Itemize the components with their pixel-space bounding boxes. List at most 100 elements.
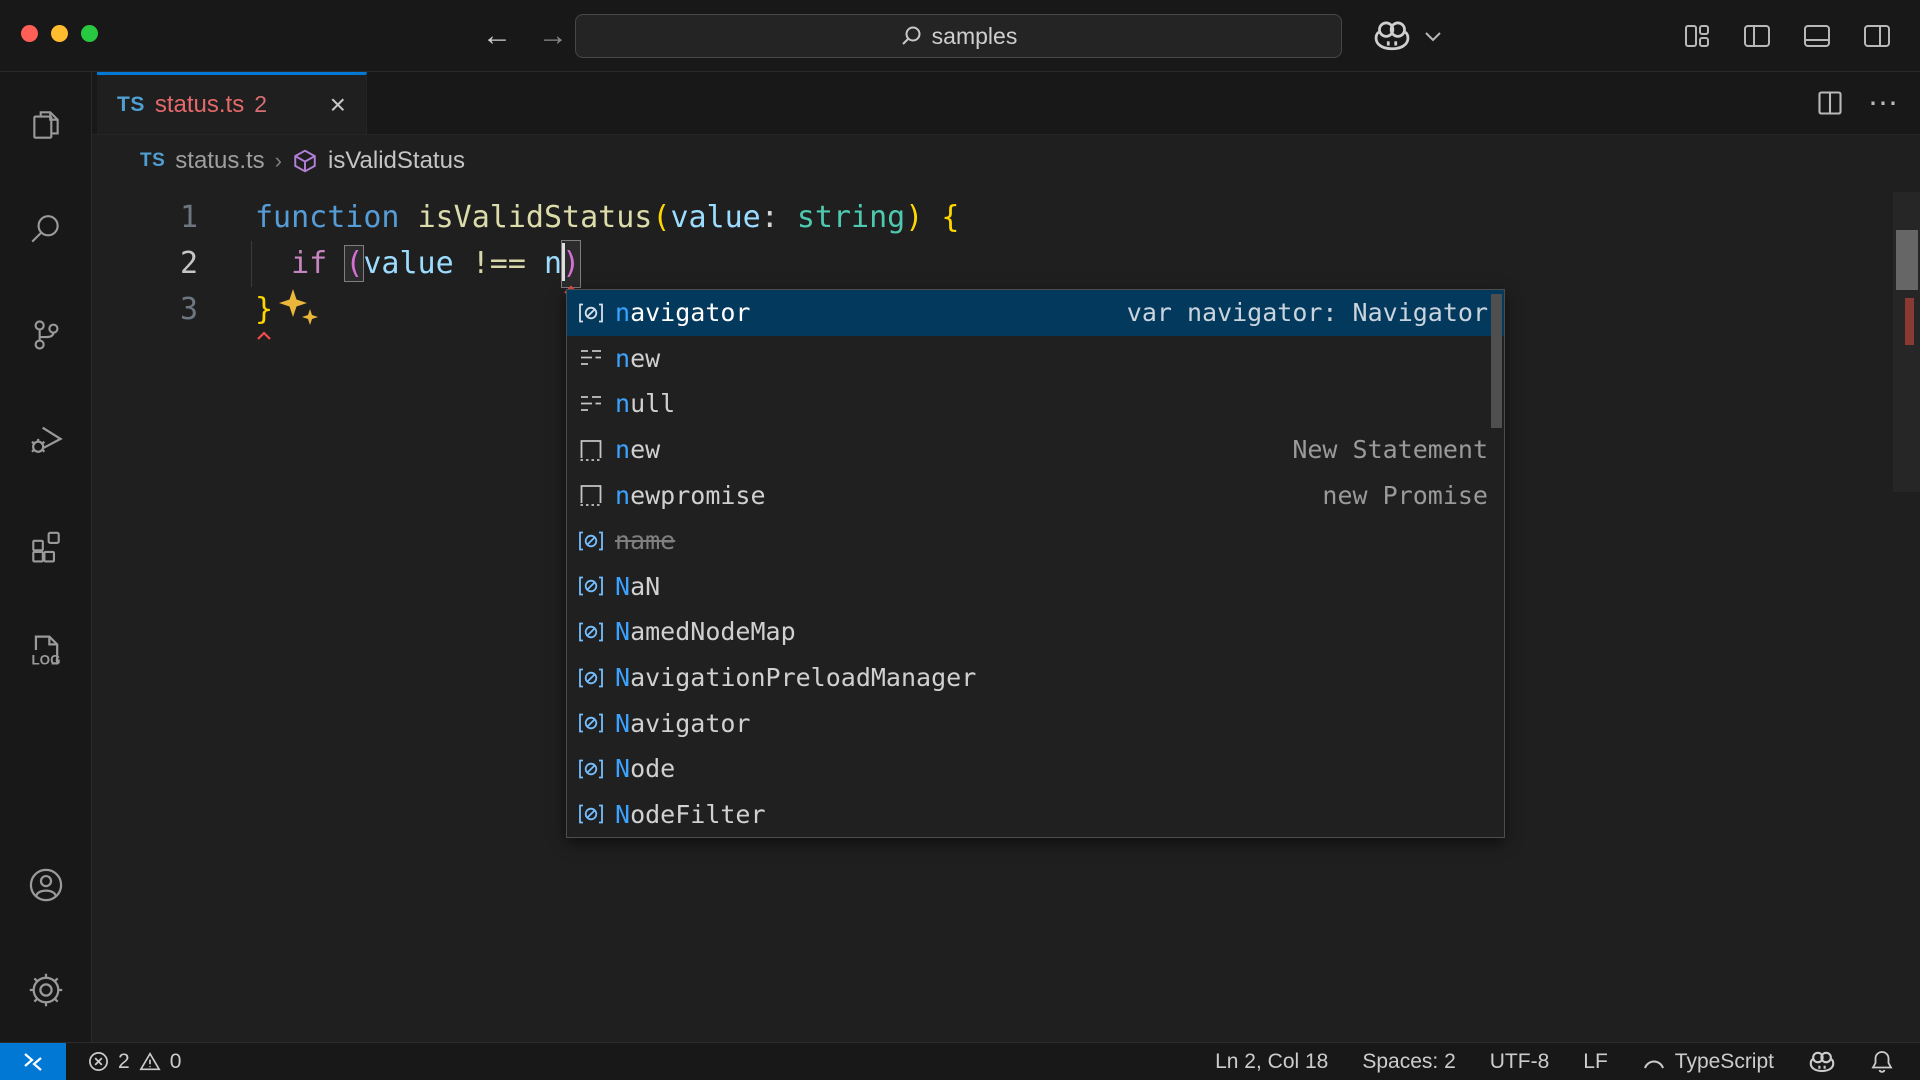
suggest-scrollbar-thumb[interactable] bbox=[1491, 294, 1502, 428]
source-control-icon[interactable] bbox=[0, 282, 92, 387]
suggest-label: new bbox=[615, 343, 661, 373]
toggle-secondary-sidebar-icon[interactable] bbox=[1860, 19, 1894, 53]
explorer-icon[interactable] bbox=[0, 72, 92, 177]
suggest-label: NaN bbox=[615, 571, 661, 601]
suggest-item-node[interactable]: Node bbox=[567, 746, 1504, 792]
close-window-button[interactable] bbox=[21, 25, 38, 42]
tab-bar: TS status.ts 2 × ⋯ bbox=[92, 72, 1920, 135]
problems-status[interactable]: 2 0 bbox=[88, 1050, 181, 1074]
breadcrumb-file[interactable]: status.ts bbox=[175, 147, 264, 175]
suggest-item-null[interactable]: null bbox=[567, 381, 1504, 427]
code-line[interactable]: 2 if (value !== n) bbox=[92, 240, 1920, 294]
activity-bar: LOG bbox=[0, 72, 92, 1042]
line-number: 3 bbox=[179, 292, 198, 327]
remote-indicator[interactable] bbox=[0, 1043, 66, 1080]
title-bar: ← → samples bbox=[0, 0, 1920, 72]
error-icon bbox=[89, 1052, 108, 1071]
suggest-item-navigator[interactable]: Navigator bbox=[567, 700, 1504, 746]
typescript-file-icon: TS bbox=[140, 149, 166, 171]
suggest-detail: New Statement bbox=[1292, 435, 1488, 465]
tab-status-ts[interactable]: TS status.ts 2 × bbox=[97, 72, 367, 134]
command-center-text: samples bbox=[931, 22, 1018, 49]
suggest-label: Node bbox=[615, 754, 676, 784]
copilot-sparkle-icon[interactable] bbox=[277, 287, 323, 327]
toggle-panel-icon[interactable] bbox=[1800, 19, 1834, 53]
symbol-keyword-icon bbox=[576, 343, 606, 373]
suggest-item-namednodemap[interactable]: NamedNodeMap bbox=[567, 609, 1504, 655]
suggest-item-new[interactable]: new New Statement bbox=[567, 427, 1504, 473]
suggest-widget: navigator var navigator: Navigator new null… bbox=[566, 289, 1505, 838]
cursor-position-status[interactable]: Ln 2, Col 18 bbox=[1215, 1050, 1328, 1074]
suggest-item-newpromise[interactable]: newpromise new Promise bbox=[567, 472, 1504, 518]
suggest-label: new bbox=[615, 435, 661, 465]
code-token: ( bbox=[652, 200, 671, 235]
language-status[interactable]: TypeScript bbox=[1642, 1050, 1774, 1074]
suggest-item-nan[interactable]: NaN bbox=[567, 564, 1504, 610]
close-tab-icon[interactable]: × bbox=[330, 90, 346, 119]
code-token: ( bbox=[344, 245, 365, 282]
notifications-bell-icon[interactable] bbox=[1870, 1049, 1894, 1075]
eol-status[interactable]: LF bbox=[1583, 1050, 1608, 1074]
code-token: n bbox=[544, 246, 563, 281]
symbol-variable-icon bbox=[576, 754, 606, 784]
editor-scrollbar-thumb[interactable] bbox=[1896, 230, 1918, 290]
minimize-window-button[interactable] bbox=[51, 25, 68, 42]
code-line[interactable]: 1 function isValidStatus(value: string) { bbox=[92, 195, 1920, 241]
zoom-window-button[interactable] bbox=[81, 25, 98, 42]
code-token: string bbox=[796, 200, 906, 235]
suggest-list: navigator var navigator: Navigator new null… bbox=[567, 290, 1504, 837]
suggest-label: null bbox=[615, 389, 676, 419]
symbol-snippet-icon bbox=[576, 480, 606, 510]
svg-text:LOG: LOG bbox=[31, 652, 60, 667]
window-controls bbox=[21, 25, 98, 42]
code-text: function isValidStatus(value: string) { bbox=[255, 195, 959, 241]
accounts-icon[interactable] bbox=[0, 832, 92, 937]
run-debug-icon[interactable] bbox=[0, 387, 92, 492]
suggest-item-navigator[interactable]: navigator var navigator: Navigator bbox=[567, 290, 1504, 336]
settings-gear-icon[interactable] bbox=[0, 937, 92, 1042]
breadcrumb: TS status.ts › isValidStatus bbox=[92, 135, 1920, 186]
suggest-item-navigationpreloadmanager[interactable]: NavigationPreloadManager bbox=[567, 655, 1504, 701]
encoding-status[interactable]: UTF-8 bbox=[1490, 1050, 1550, 1074]
suggest-detail: new Promise bbox=[1322, 480, 1488, 510]
suggest-label: NodeFilter bbox=[615, 799, 766, 829]
suggest-item-nodefilter[interactable]: NodeFilter bbox=[567, 792, 1504, 837]
copilot-status-icon[interactable] bbox=[1808, 1050, 1836, 1074]
indent-guide bbox=[251, 241, 252, 287]
navigate-forward-icon[interactable]: → bbox=[538, 21, 568, 51]
symbol-variable-icon bbox=[576, 617, 606, 647]
breadcrumb-symbol[interactable]: isValidStatus bbox=[328, 147, 465, 175]
tab-label: status.ts bbox=[154, 90, 245, 118]
symbol-variable-icon bbox=[576, 663, 606, 693]
suggest-label: NavigationPreloadManager bbox=[615, 663, 977, 693]
code-token: value bbox=[363, 246, 454, 281]
customize-layout-icon[interactable] bbox=[1680, 19, 1714, 53]
navigate-back-icon[interactable]: ← bbox=[482, 21, 512, 51]
toggle-primary-sidebar-icon[interactable] bbox=[1740, 19, 1774, 53]
code-token: if bbox=[291, 246, 328, 281]
output-log-icon[interactable]: LOG bbox=[0, 597, 92, 702]
split-editor-icon[interactable] bbox=[1816, 89, 1844, 117]
search-sidebar-icon[interactable] bbox=[0, 177, 92, 282]
remote-icon bbox=[24, 1052, 42, 1071]
extensions-icon[interactable] bbox=[0, 492, 92, 597]
indentation-status[interactable]: Spaces: 2 bbox=[1362, 1050, 1455, 1074]
code-token: } bbox=[255, 287, 273, 340]
copilot-icon[interactable] bbox=[1372, 19, 1412, 53]
symbol-variable-icon bbox=[576, 526, 606, 556]
chevron-down-icon[interactable] bbox=[1424, 30, 1442, 42]
error-count: 2 bbox=[118, 1049, 130, 1073]
search-icon bbox=[900, 25, 922, 47]
typescript-file-icon: TS bbox=[117, 92, 145, 116]
suggest-detail: var navigator: Navigator bbox=[1126, 298, 1488, 328]
line-number: 2 bbox=[179, 246, 198, 281]
suggest-item-new[interactable]: new bbox=[567, 336, 1504, 382]
more-actions-icon[interactable]: ⋯ bbox=[1868, 86, 1900, 121]
suggest-label: name bbox=[615, 526, 676, 556]
suggest-item-name[interactable]: name bbox=[567, 518, 1504, 564]
command-center-search[interactable]: samples bbox=[575, 14, 1342, 58]
code-token: : bbox=[760, 200, 797, 235]
